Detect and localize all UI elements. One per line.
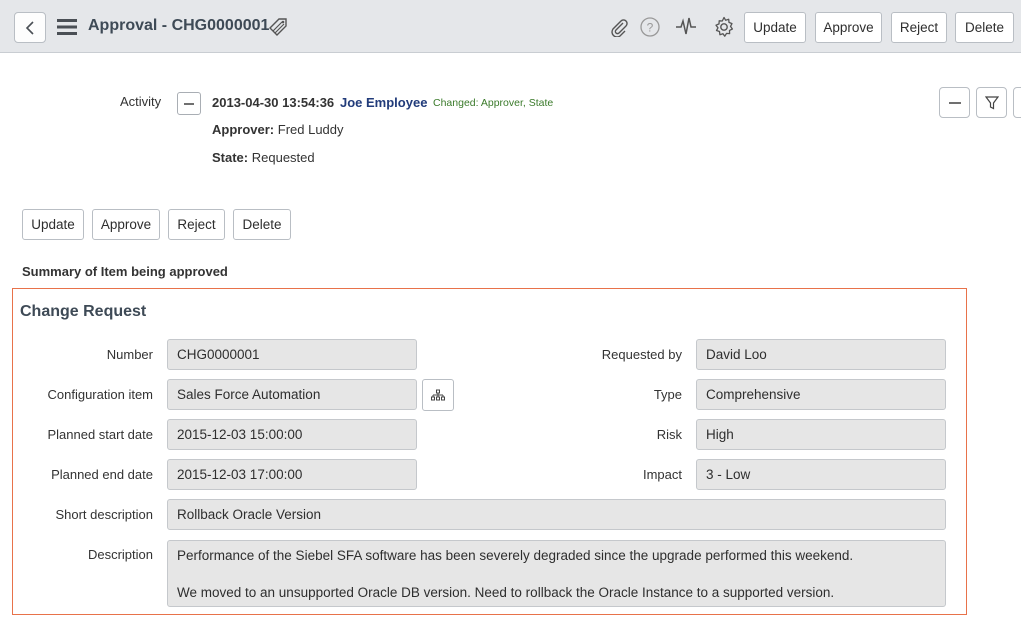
activity-minimize-button[interactable] (939, 87, 970, 118)
short-description-label: Short description (55, 507, 153, 522)
settings-icon[interactable] (713, 16, 735, 38)
planned-start-field[interactable]: 2015-12-03 15:00:00 (167, 419, 417, 450)
help-icon[interactable]: ? (639, 16, 661, 38)
back-button[interactable] (14, 12, 46, 43)
description-line-2: We moved to an unsupported Oracle DB ver… (177, 585, 835, 600)
type-label: Type (653, 387, 682, 402)
minus-icon (184, 102, 194, 105)
risk-label: Risk (656, 427, 682, 442)
dependency-map-icon (431, 389, 445, 401)
record-title: Approval - CHG0000001 (88, 17, 270, 34)
form-delete-button[interactable]: Delete (233, 209, 291, 240)
description-line-1: Performance of the Siebel SFA software h… (177, 548, 854, 563)
header-update-button[interactable]: Update (744, 12, 806, 43)
description-field[interactable]: Performance of the Siebel SFA software h… (167, 540, 946, 607)
impact-label: Impact (642, 467, 682, 482)
form-approve-button[interactable]: Approve (92, 209, 160, 240)
header-approve-button[interactable]: Approve (815, 12, 882, 43)
planned-end-label: Planned end date (51, 467, 153, 482)
type-field[interactable]: Comprehensive (696, 379, 946, 410)
menu-icon[interactable] (56, 18, 78, 36)
planned-start-label: Planned start date (47, 427, 153, 442)
planned-end-field[interactable]: 2015-12-03 17:00:00 (167, 459, 417, 490)
activity-state-line: State: Requested (212, 150, 315, 165)
tag-icon[interactable] (267, 16, 289, 38)
ci-label: Configuration item (47, 387, 154, 402)
form-update-button[interactable]: Update (22, 209, 84, 240)
approver-value: Fred Luddy (277, 122, 344, 137)
activity-label: Activity (120, 94, 162, 109)
approver-label: Approver: (212, 122, 275, 137)
svg-text:?: ? (647, 21, 654, 35)
ci-map-button[interactable] (422, 379, 454, 411)
requested-by-label: Requested by (601, 347, 682, 362)
summary-heading: Summary of Item being approved (22, 264, 228, 279)
change-request-title: Change Request (20, 303, 147, 320)
impact-field[interactable]: 3 - Low (696, 459, 946, 490)
activity-approver-line: Approver: Fred Luddy (212, 122, 344, 137)
header-delete-button[interactable]: Delete (955, 12, 1014, 43)
activity-user-link[interactable]: Joe Employee (340, 95, 427, 110)
activity-collapse-button[interactable] (177, 92, 201, 115)
short-description-field[interactable]: Rollback Oracle Version (167, 499, 946, 530)
number-field[interactable]: CHG0000001 (167, 339, 417, 370)
activity-more-button[interactable] (1013, 87, 1021, 118)
filter-icon (984, 95, 999, 109)
activity-timestamp: 2013-04-30 13:54:36 (212, 95, 335, 110)
attachment-icon[interactable] (608, 16, 630, 38)
state-label: State: (212, 150, 249, 165)
number-label: Number (106, 347, 153, 362)
risk-field[interactable]: High (696, 419, 946, 450)
form-reject-button[interactable]: Reject (168, 209, 225, 240)
activity-icon[interactable] (675, 16, 697, 38)
header-reject-button[interactable]: Reject (891, 12, 947, 43)
form-header: Approval - CHG0000001 ? Update Approve R… (0, 0, 1021, 53)
configuration-item-field[interactable]: Sales Force Automation (167, 379, 417, 410)
back-icon (25, 20, 34, 35)
requested-by-field[interactable]: David Loo (696, 339, 946, 370)
description-label: Description (87, 547, 153, 562)
activity-changed-fields: Changed: Approver, State (433, 97, 554, 109)
state-value: Requested (251, 150, 315, 165)
activity-filter-button[interactable] (976, 87, 1007, 118)
minus-icon (948, 101, 961, 104)
